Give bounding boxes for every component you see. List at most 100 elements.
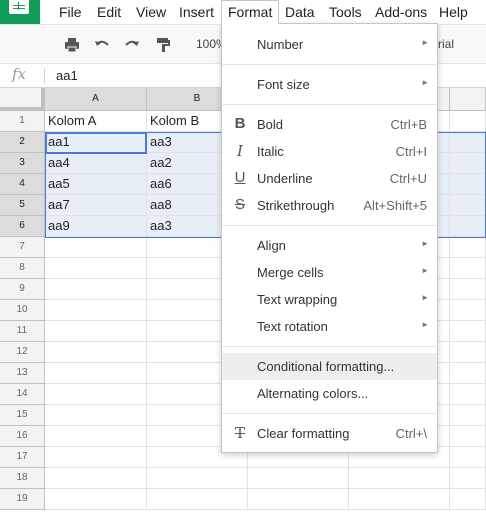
- menu-format[interactable]: Format: [221, 0, 280, 24]
- undo-icon[interactable]: [93, 36, 111, 54]
- font-family-select[interactable]: rial: [438, 37, 454, 51]
- cell[interactable]: [450, 132, 486, 153]
- menu-divider: [222, 413, 437, 414]
- menu-item-label: Number: [257, 37, 304, 52]
- menu-item-number[interactable]: Number ►: [222, 31, 437, 58]
- menu-item-label: Font size: [257, 77, 310, 92]
- cell[interactable]: [450, 342, 486, 363]
- row-header[interactable]: 5: [0, 195, 45, 216]
- cell[interactable]: [147, 489, 248, 510]
- cell[interactable]: [45, 321, 147, 342]
- row-header[interactable]: 4: [0, 174, 45, 195]
- cell[interactable]: [450, 447, 486, 468]
- cell[interactable]: [349, 489, 450, 510]
- cell[interactable]: [450, 489, 486, 510]
- cell[interactable]: [349, 468, 450, 489]
- formula-input[interactable]: aa1: [56, 68, 78, 83]
- cell[interactable]: [450, 384, 486, 405]
- sheets-logo-icon[interactable]: [0, 0, 40, 24]
- menu-item-text-wrapping[interactable]: Text wrapping ►: [222, 286, 437, 313]
- cell[interactable]: aa1: [45, 132, 147, 153]
- menu-data[interactable]: Data: [279, 0, 321, 24]
- cell[interactable]: [450, 195, 486, 216]
- cell[interactable]: aa4: [45, 153, 147, 174]
- menu-addons[interactable]: Add-ons: [369, 0, 433, 24]
- row-header[interactable]: 17: [0, 447, 45, 468]
- print-icon[interactable]: [63, 36, 81, 54]
- cell[interactable]: Kolom A: [45, 111, 147, 132]
- redo-icon[interactable]: [123, 36, 141, 54]
- row-header[interactable]: 6: [0, 216, 45, 237]
- menu-insert[interactable]: Insert: [173, 0, 220, 24]
- menu-item-bold[interactable]: B Bold Ctrl+B: [222, 111, 437, 138]
- cell[interactable]: [45, 237, 147, 258]
- row-header[interactable]: 1: [0, 111, 45, 132]
- row-header[interactable]: 19: [0, 489, 45, 510]
- column-header-a[interactable]: A: [45, 88, 147, 111]
- menu-item-conditional-formatting[interactable]: Conditional formatting...: [222, 353, 437, 380]
- menu-item-clear-formatting[interactable]: T Clear formatting Ctrl+\: [222, 420, 437, 447]
- cell[interactable]: [450, 258, 486, 279]
- row-header[interactable]: 18: [0, 468, 45, 489]
- cell[interactable]: [450, 363, 486, 384]
- menu-file[interactable]: File: [53, 0, 88, 24]
- row-header[interactable]: 11: [0, 321, 45, 342]
- menu-item-font-size[interactable]: Font size ►: [222, 71, 437, 98]
- row-header[interactable]: 2: [0, 132, 45, 153]
- cell[interactable]: [45, 447, 147, 468]
- cell[interactable]: [45, 384, 147, 405]
- menu-item-italic[interactable]: I Italic Ctrl+I: [222, 138, 437, 165]
- row-header[interactable]: 16: [0, 426, 45, 447]
- menu-item-strikethrough[interactable]: S Strikethrough Alt+Shift+5: [222, 192, 437, 219]
- paint-format-icon[interactable]: [154, 36, 172, 54]
- cell[interactable]: [248, 468, 349, 489]
- menu-help[interactable]: Help: [433, 0, 474, 24]
- cell[interactable]: [450, 216, 486, 237]
- row-header[interactable]: 12: [0, 342, 45, 363]
- cell[interactable]: [450, 468, 486, 489]
- row-header[interactable]: 13: [0, 363, 45, 384]
- row-header[interactable]: 3: [0, 153, 45, 174]
- cell[interactable]: [450, 426, 486, 447]
- cell[interactable]: [450, 153, 486, 174]
- cell[interactable]: [45, 468, 147, 489]
- cell[interactable]: [45, 342, 147, 363]
- cell[interactable]: [450, 111, 486, 132]
- row-header[interactable]: 15: [0, 405, 45, 426]
- menu-divider: [222, 64, 437, 65]
- menu-view[interactable]: View: [130, 0, 172, 24]
- cell[interactable]: [450, 405, 486, 426]
- menu-item-align[interactable]: Align ►: [222, 232, 437, 259]
- select-all-corner[interactable]: [0, 88, 45, 111]
- menu-item-underline[interactable]: U Underline Ctrl+U: [222, 165, 437, 192]
- cell[interactable]: [45, 300, 147, 321]
- cell[interactable]: [45, 426, 147, 447]
- menu-tools[interactable]: Tools: [323, 0, 368, 24]
- row-header[interactable]: 10: [0, 300, 45, 321]
- cell[interactable]: [45, 258, 147, 279]
- cell[interactable]: [450, 321, 486, 342]
- cell[interactable]: [450, 174, 486, 195]
- cell[interactable]: [450, 279, 486, 300]
- menu-edit[interactable]: Edit: [91, 0, 127, 24]
- bold-icon: B: [234, 115, 246, 132]
- row-header[interactable]: 8: [0, 258, 45, 279]
- cell[interactable]: [248, 489, 349, 510]
- cell[interactable]: aa9: [45, 216, 147, 237]
- cell[interactable]: [147, 468, 248, 489]
- cell[interactable]: [45, 489, 147, 510]
- row-header[interactable]: 7: [0, 237, 45, 258]
- row-header[interactable]: 9: [0, 279, 45, 300]
- menu-item-merge-cells[interactable]: Merge cells ►: [222, 259, 437, 286]
- cell[interactable]: aa7: [45, 195, 147, 216]
- cell[interactable]: [450, 237, 486, 258]
- cell[interactable]: [45, 405, 147, 426]
- cell[interactable]: aa5: [45, 174, 147, 195]
- cell[interactable]: [45, 279, 147, 300]
- column-header-e[interactable]: [450, 88, 486, 111]
- menu-item-alternating-colors[interactable]: Alternating colors...: [222, 380, 437, 407]
- menu-item-text-rotation[interactable]: Text rotation ►: [222, 313, 437, 340]
- cell[interactable]: [450, 300, 486, 321]
- row-header[interactable]: 14: [0, 384, 45, 405]
- cell[interactable]: [45, 363, 147, 384]
